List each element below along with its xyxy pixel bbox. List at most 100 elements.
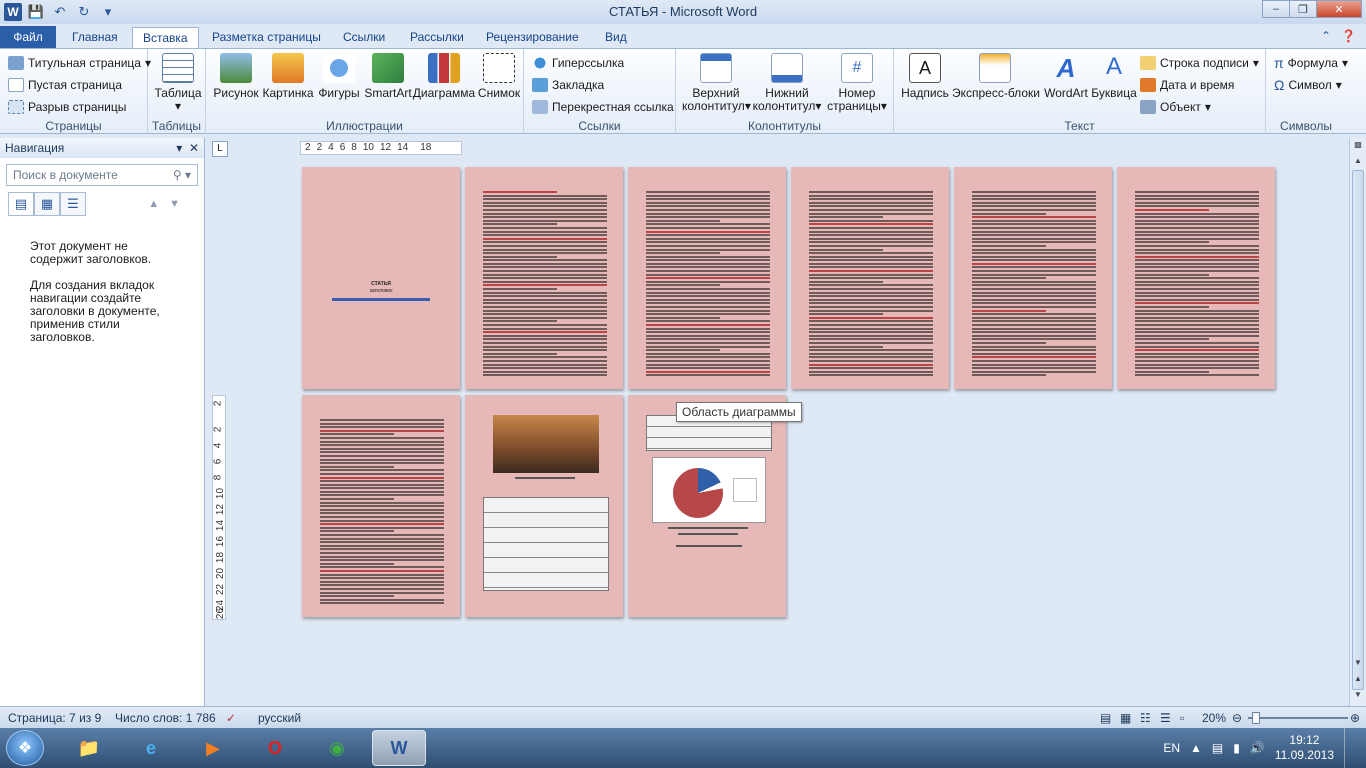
table-button[interactable]: Таблица ▾ xyxy=(154,53,202,113)
page-7[interactable] xyxy=(302,395,460,617)
smartart-button[interactable]: SmartArt xyxy=(362,53,414,100)
opera-icon[interactable]: O xyxy=(248,730,302,766)
tab-results-icon[interactable]: ☰ xyxy=(60,192,86,216)
nav-menu-icon[interactable]: ▾ xyxy=(176,141,182,155)
word-count[interactable]: Число слов: 1 786 xyxy=(115,711,216,725)
page-2[interactable] xyxy=(465,167,623,389)
ruler-toggle-icon[interactable]: ▩ xyxy=(1350,140,1366,154)
web-layout-icon[interactable]: ☷ xyxy=(1140,711,1151,725)
scroll-down-icon[interactable]: ▼ xyxy=(1350,658,1366,672)
crossref-button[interactable]: Перекрестная ссылка xyxy=(532,97,674,117)
draft-icon[interactable]: ▫ xyxy=(1180,711,1184,725)
search-input[interactable]: Поиск в документе ⚲ ▾ xyxy=(6,164,198,186)
blank-page-button[interactable]: Пустая страница xyxy=(8,75,122,95)
minimize-ribbon-icon[interactable]: ⌃ xyxy=(1321,29,1331,43)
chart-legend[interactable] xyxy=(733,478,757,502)
document-image[interactable] xyxy=(493,415,599,473)
chart-area[interactable] xyxy=(652,457,766,523)
screenshot-button[interactable]: Снимок xyxy=(476,53,522,100)
page-5[interactable] xyxy=(954,167,1112,389)
zoom-out-icon[interactable]: ⊖ xyxy=(1232,711,1242,725)
page-9[interactable] xyxy=(628,395,786,617)
zoom-in-icon[interactable]: ⊕ xyxy=(1350,711,1360,725)
search-icon[interactable]: ⚲ ▾ xyxy=(173,168,191,182)
network-icon[interactable]: ▤ xyxy=(1212,741,1223,755)
tray-expand-icon[interactable]: ▲ xyxy=(1190,741,1202,755)
document-area[interactable]: СТАТЬЯ заголовок xyxy=(232,157,1344,706)
start-button[interactable]: ❖ xyxy=(6,730,44,766)
signal-icon[interactable]: ▮ xyxy=(1233,741,1240,755)
hyperlink-button[interactable]: Гиперссылка xyxy=(532,53,624,73)
vertical-ruler[interactable]: 2 2 4 6 8 10 12 14 16 18 20 22 24 26 xyxy=(212,395,226,620)
tab-page-layout[interactable]: Разметка страницы xyxy=(202,27,331,48)
scroll-thumb[interactable] xyxy=(1352,170,1364,690)
page-number-button[interactable]: # Номер страницы▾ xyxy=(824,53,890,113)
horizontal-ruler[interactable]: 2 2 4 6 8 10 12 14 18 xyxy=(300,141,462,155)
chart-button[interactable]: Диаграмма xyxy=(412,53,476,100)
page-6[interactable] xyxy=(1117,167,1275,389)
dropcap-button[interactable]: A Буквица xyxy=(1090,53,1138,100)
show-desktop-button[interactable] xyxy=(1344,728,1354,768)
tab-pages-icon[interactable]: ▦ xyxy=(34,192,60,216)
tab-view[interactable]: Вид xyxy=(595,27,637,48)
vertical-scrollbar[interactable]: ▩ ▲ ▼ ▲ ▼ xyxy=(1349,138,1366,706)
footer-button[interactable]: Нижний колонтитул▾ xyxy=(752,53,822,113)
zoom-level[interactable]: 20% xyxy=(1202,711,1226,725)
minimize-button[interactable]: – xyxy=(1262,0,1290,18)
explorer-icon[interactable]: 📁 xyxy=(62,730,116,766)
bookmark-button[interactable]: Закладка xyxy=(532,75,604,95)
zoom-slider[interactable] xyxy=(1248,717,1348,719)
scroll-up-icon[interactable]: ▲ xyxy=(1350,156,1366,170)
shapes-button[interactable]: Фигуры xyxy=(316,53,362,100)
datetime-button[interactable]: Дата и время xyxy=(1140,75,1234,95)
tab-selector-button[interactable]: L xyxy=(212,141,228,157)
internet-explorer-icon[interactable]: e xyxy=(124,730,178,766)
next-page-icon[interactable]: ▼ xyxy=(1350,690,1366,704)
restore-button[interactable]: ❐ xyxy=(1289,0,1317,18)
fullscreen-reading-icon[interactable]: ▦ xyxy=(1120,711,1131,725)
word-taskbar-icon[interactable]: W xyxy=(372,730,426,766)
volume-icon[interactable]: 🔊 xyxy=(1250,741,1265,755)
equation-button[interactable]: π Формула ▾ xyxy=(1274,53,1348,73)
page-8[interactable] xyxy=(465,395,623,617)
input-language[interactable]: EN xyxy=(1163,741,1180,755)
tab-insert[interactable]: Вставка xyxy=(132,27,199,48)
page-count[interactable]: Страница: 7 из 9 xyxy=(8,711,101,725)
help-icon[interactable]: ❓ xyxy=(1341,29,1356,43)
next-heading-icon[interactable]: ▼ xyxy=(169,198,180,210)
nav-close-icon[interactable]: ✕ xyxy=(189,141,199,155)
picture-button[interactable]: Рисунок xyxy=(212,53,260,100)
chrome-icon[interactable]: ◉ xyxy=(310,730,364,766)
tab-file[interactable]: Файл xyxy=(0,26,56,48)
previous-heading-icon[interactable]: ▲ xyxy=(148,198,159,210)
tab-references[interactable]: Ссылки xyxy=(333,27,395,48)
page-1[interactable]: СТАТЬЯ заголовок xyxy=(302,167,460,389)
print-layout-icon[interactable]: ▤ xyxy=(1100,711,1111,725)
prev-page-icon[interactable]: ▲ xyxy=(1350,674,1366,688)
symbol-button[interactable]: Ω Символ ▾ xyxy=(1274,75,1342,95)
page-break-button[interactable]: Разрыв страницы xyxy=(8,97,126,117)
wordart-button[interactable]: A WordArt xyxy=(1040,53,1092,100)
outline-icon[interactable]: ☰ xyxy=(1160,711,1171,725)
zoom-slider-thumb[interactable] xyxy=(1252,712,1260,724)
textbox-button[interactable]: A Надпись xyxy=(900,53,950,100)
signature-line-button[interactable]: Строка подписи ▾ xyxy=(1140,53,1259,73)
page-3[interactable] xyxy=(628,167,786,389)
clipart-button[interactable]: Картинка xyxy=(262,53,314,100)
media-player-icon[interactable]: ▶ xyxy=(186,730,240,766)
title-page-button[interactable]: Титульная страница ▾ xyxy=(8,53,151,73)
language[interactable]: русский xyxy=(258,711,301,725)
document-table[interactable] xyxy=(483,497,609,591)
close-button[interactable]: ✕ xyxy=(1316,0,1362,18)
tab-headings-icon[interactable]: ▤ xyxy=(8,192,34,216)
tab-review[interactable]: Рецензирование xyxy=(476,27,589,48)
tab-mailings[interactable]: Рассылки xyxy=(400,27,474,48)
quickparts-button[interactable]: Экспресс-блоки xyxy=(952,53,1040,100)
spellcheck-icon[interactable]: ✓ xyxy=(226,711,236,725)
object-button[interactable]: Объект ▾ xyxy=(1140,97,1211,117)
page-4[interactable] xyxy=(791,167,949,389)
pie-chart[interactable] xyxy=(673,468,723,518)
header-button[interactable]: Верхний колонтитул▾ xyxy=(682,53,751,113)
clock[interactable]: 19:12 11.09.2013 xyxy=(1275,733,1334,763)
tab-home[interactable]: Главная xyxy=(62,27,128,48)
